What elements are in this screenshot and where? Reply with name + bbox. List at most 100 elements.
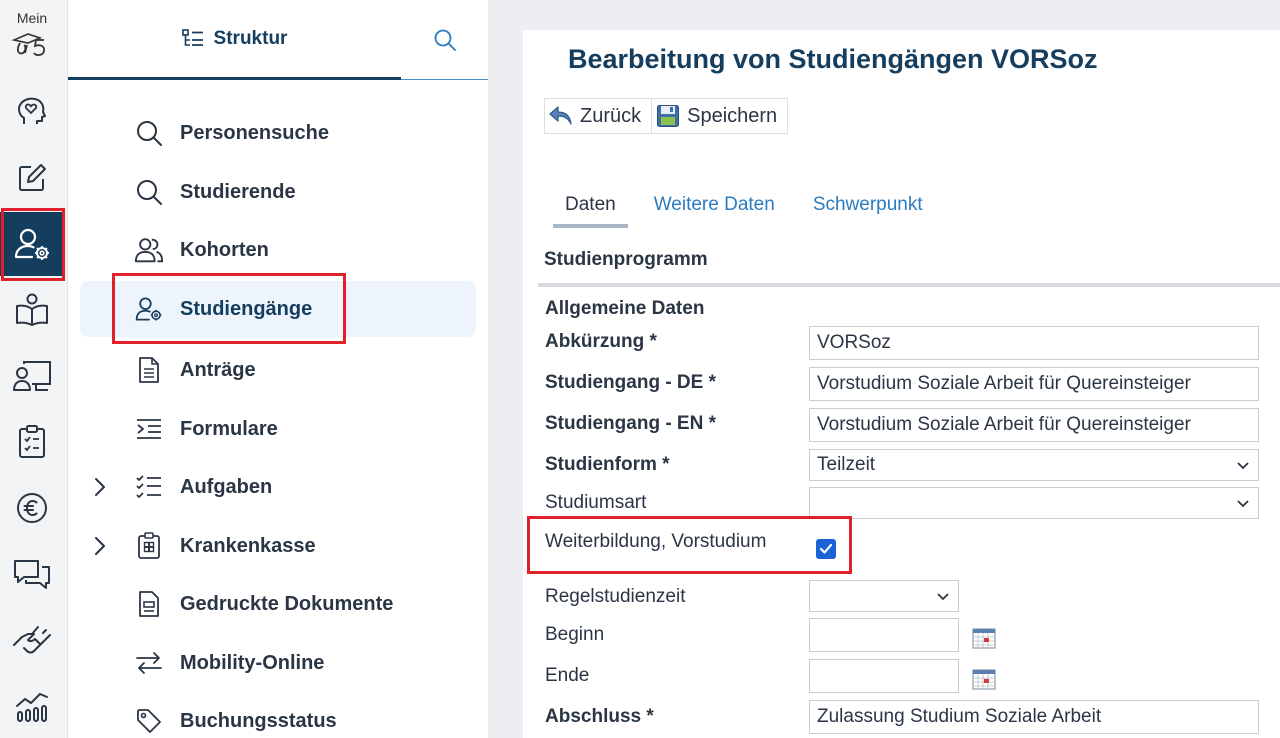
tab-struktur-label: Struktur: [213, 27, 288, 49]
user-settings-icon: [14, 228, 49, 260]
rail-item-presentation[interactable]: [0, 344, 64, 408]
nav-item-antraege[interactable]: Anträge: [80, 342, 476, 398]
form-list-icon: [134, 415, 164, 443]
printed-doc-icon: [134, 590, 164, 618]
back-arrow-icon: [548, 103, 574, 129]
medical-clipboard-icon: [134, 532, 164, 560]
edit-icon: [19, 164, 46, 191]
head-heart-icon: [18, 97, 46, 124]
nav-item-aufgaben[interactable]: Aufgaben: [80, 459, 476, 515]
back-button-label: Zurück: [580, 104, 642, 127]
save-button-label: Speichern: [687, 104, 778, 127]
search-icon: [134, 119, 164, 147]
save-button[interactable]: Speichern: [652, 98, 789, 134]
studiengang-en-field[interactable]: Vorstudium Soziale Arbeit für Quereinste…: [809, 408, 1259, 442]
nav-item-studiengaenge[interactable]: Studiengänge: [80, 281, 476, 337]
book-reader-icon: [16, 293, 48, 326]
search-icon: [134, 178, 164, 206]
abkuerzung-label: Abkürzung *: [545, 331, 657, 352]
nav-item-kohorten[interactable]: Kohorten: [80, 222, 476, 278]
calendar-icon[interactable]: [972, 668, 996, 690]
a5-logo-icon: [11, 33, 46, 56]
group-title: Allgemeine Daten: [545, 298, 705, 319]
users-icon: [134, 236, 164, 264]
chevron-right-icon[interactable]: [90, 475, 110, 499]
brand-label: Mein: [16, 10, 48, 26]
handshake-icon: [13, 626, 51, 654]
nav-item-label: Buchungsstatus: [180, 709, 337, 732]
chat-icon: [14, 560, 50, 589]
chevron-right-icon[interactable]: [90, 534, 110, 558]
nav-item-buchungsstatus[interactable]: Buchungsstatus: [80, 693, 476, 738]
weiterbildung-checkbox[interactable]: [816, 539, 836, 559]
rail-item-teaching[interactable]: [0, 278, 64, 342]
studiumsart-select[interactable]: [809, 487, 1259, 519]
rail-item-messages[interactable]: [0, 542, 64, 606]
nav-item-label: Gedruckte Dokumente: [180, 592, 394, 615]
studienform-select[interactable]: Teilzeit: [809, 449, 1259, 481]
nav-item-label: Anträge: [180, 358, 256, 381]
nav-item-label: Studierende: [180, 180, 296, 203]
page-title: Bearbeitung von Studiengängen VORSoz: [568, 44, 1098, 74]
studiumsart-label: Studiumsart: [545, 492, 647, 513]
nav-item-label: Studiengänge: [180, 297, 313, 320]
content-tabs: Daten Weitere Daten Schwerpunkt: [553, 190, 949, 228]
brand-logo[interactable]: Mein: [0, 10, 64, 58]
nav-item-mobility-online[interactable]: Mobility-Online: [80, 635, 476, 691]
nav-item-label: Formulare: [180, 417, 278, 440]
tab-struktur[interactable]: Struktur: [68, 0, 401, 80]
checkmark-icon: [819, 543, 833, 554]
nav-item-label: Krankenkasse: [180, 534, 316, 557]
chevron-down-icon: [1237, 462, 1249, 470]
abschluss-field[interactable]: Zulassung Studium Soziale Arbeit: [809, 700, 1259, 734]
nav-item-label: Kohorten: [180, 238, 269, 261]
rail-item-administration[interactable]: [0, 212, 64, 276]
nav-item-gedruckte-dokumente[interactable]: Gedruckte Dokumente: [80, 576, 476, 632]
floppy-disk-icon: [655, 103, 681, 129]
main-content: Bearbeitung von Studiengängen VORSoz Zur…: [523, 30, 1280, 738]
abkuerzung-field[interactable]: VORSoz: [809, 326, 1259, 360]
nav-item-label: Mobility-Online: [180, 651, 325, 674]
nav-item-label: Aufgaben: [180, 475, 273, 498]
calendar-icon[interactable]: [972, 627, 996, 649]
ende-field[interactable]: [809, 659, 959, 693]
back-button[interactable]: Zurück: [544, 98, 653, 134]
nav-tabs: Struktur: [68, 0, 488, 80]
studiengang-de-label: Studiengang - DE *: [545, 372, 716, 393]
beginn-field[interactable]: [809, 618, 959, 652]
weiterbildung-label: Weiterbildung, Vorstudium: [545, 531, 767, 552]
nav-item-label: Personensuche: [180, 121, 329, 144]
document-icon: [134, 356, 164, 384]
chevron-down-icon: [1237, 500, 1249, 508]
tab-schwerpunkt[interactable]: Schwerpunkt: [801, 190, 935, 228]
chevron-down-icon: [937, 593, 949, 601]
checklist-icon: [134, 473, 164, 501]
structure-nav-panel: Struktur Personensuche Studierende Kohor…: [68, 0, 488, 738]
exchange-icon: [134, 649, 164, 677]
rail-item-finance[interactable]: [0, 476, 64, 540]
rail-item-wellbeing[interactable]: [0, 80, 64, 144]
clipboard-list-icon: [19, 425, 45, 458]
nav-item-krankenkasse[interactable]: Krankenkasse: [80, 518, 476, 574]
search-icon: [434, 29, 456, 51]
tag-icon: [134, 707, 164, 735]
rail-item-edit[interactable]: [0, 146, 64, 210]
tab-weitere-daten[interactable]: Weitere Daten: [642, 190, 787, 228]
chart-icon: [16, 693, 48, 722]
tab-search[interactable]: [401, 0, 488, 80]
section-title: Studienprogramm: [544, 249, 708, 270]
toolbar: Zurück Speichern: [544, 98, 789, 134]
rail-item-tasks[interactable]: [0, 410, 64, 474]
nav-item-personensuche[interactable]: Personensuche: [80, 105, 476, 161]
regelstudienzeit-select[interactable]: [809, 580, 959, 612]
nav-item-studierende[interactable]: Studierende: [80, 164, 476, 220]
rail-item-agreements[interactable]: [0, 608, 64, 672]
nav-item-formulare[interactable]: Formulare: [80, 401, 476, 457]
ende-label: Ende: [545, 665, 590, 686]
studiengang-de-field[interactable]: Vorstudium Soziale Arbeit für Quereinste…: [809, 367, 1259, 401]
regelstudienzeit-label: Regelstudienzeit: [545, 586, 686, 607]
tab-daten[interactable]: Daten: [553, 190, 628, 228]
rail-item-statistics[interactable]: [0, 674, 64, 738]
euro-icon: [17, 493, 47, 523]
studiengang-en-label: Studiengang - EN *: [545, 413, 716, 434]
